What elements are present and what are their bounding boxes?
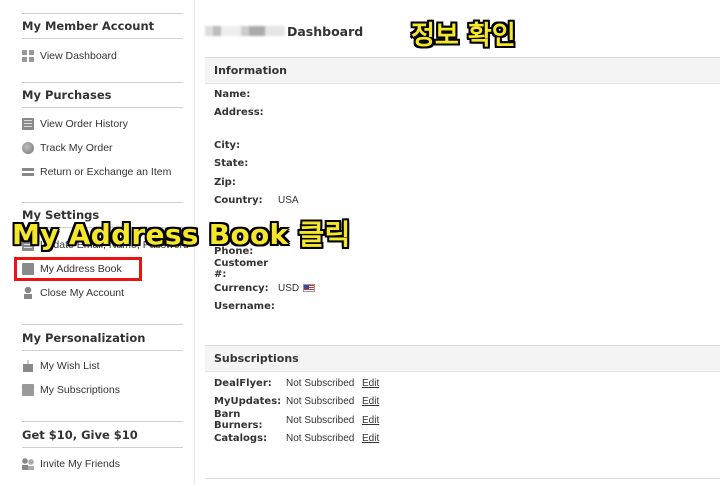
field-label: City: [214, 139, 241, 151]
info-row-country: Country: USA [214, 192, 299, 208]
sidebar-item-track-order[interactable]: Track My Order [22, 139, 113, 157]
sidebar-section-personalization: My Personalization My Wish List My Subsc… [22, 325, 183, 396]
us-flag-icon [303, 284, 316, 292]
field-label: State: [214, 157, 249, 169]
gift-icon [22, 360, 34, 372]
section-title: My Member Account [22, 13, 183, 39]
subscription-label: Catalogs: [214, 432, 268, 444]
people-icon [22, 458, 34, 470]
panel-divider [205, 478, 720, 479]
info-row-customer-number: Customer #: [214, 258, 278, 280]
info-row-state: State: [214, 155, 278, 171]
sidebar-section-member-account: My Member Account View Dashboard [22, 13, 183, 62]
person-icon [22, 287, 34, 299]
sidebar-item-label: View Order History [40, 118, 128, 130]
sidebar-item-order-history[interactable]: View Order History [22, 115, 128, 133]
dashboard-grid-icon [22, 50, 34, 62]
page-title-text: Dashboard [287, 23, 364, 39]
field-label: Country: [214, 194, 263, 206]
subscription-status: Not Subscribed [286, 414, 355, 426]
edit-catalogs-link[interactable]: Edit [362, 433, 379, 444]
edit-dealflyer-link[interactable]: Edit [362, 378, 379, 389]
info-row-zip: Zip: [214, 174, 278, 190]
section-title: My Personalization [22, 325, 183, 351]
sidebar-item-label: Track My Order [40, 142, 113, 154]
information-panel-header: Information [205, 58, 720, 84]
info-check-caption: 정보 확인 [411, 21, 516, 51]
redacted-username [205, 26, 285, 36]
field-value: USD [278, 282, 300, 294]
info-row-currency: Currency: USD [214, 280, 316, 296]
sidebar-item-view-dashboard[interactable]: View Dashboard [22, 47, 117, 65]
subscription-row: Catalogs: Not Subscribed Edit [214, 430, 379, 446]
sidebar-item-label: My Subscriptions [40, 384, 120, 396]
sidebar-item-subscriptions[interactable]: My Subscriptions [22, 381, 120, 399]
sidebar-section-referral: Get $10, Give $10 Invite My Friends [22, 422, 183, 470]
subscription-label: DealFlyer: [214, 377, 272, 389]
subscription-status: Not Subscribed [286, 395, 355, 407]
info-row-username: Username: [214, 298, 278, 314]
subscription-status: Not Subscribed [286, 432, 355, 444]
field-label: Currency: [214, 282, 269, 294]
sidebar-item-label: View Dashboard [40, 50, 117, 62]
sidebar-item-close-account[interactable]: Close My Account [22, 284, 124, 302]
sidebar-item-label: Return or Exchange an Item [40, 166, 172, 178]
sidebar-item-label: Close My Account [40, 287, 125, 299]
subscription-row: DealFlyer: Not Subscribed Edit [214, 375, 379, 391]
section-title: My Purchases [22, 82, 183, 108]
information-heading: Information [214, 64, 287, 77]
subscriptions-heading: Subscriptions [214, 352, 299, 365]
section-title: Get $10, Give $10 [22, 422, 183, 448]
edit-barn-burners-link[interactable]: Edit [362, 415, 379, 426]
field-label: Customer #: [214, 258, 269, 280]
info-row-name: Name: [214, 86, 278, 102]
sidebar-item-return-exchange[interactable]: Return or Exchange an Item [22, 163, 171, 181]
address-book-click-caption: My Address Book 클릭 [12, 218, 351, 251]
field-label: Address: [214, 106, 264, 118]
field-value: USA [278, 194, 299, 206]
sidebar-section-purchases: My Purchases View Order History Track My… [22, 82, 183, 178]
sidebar-item-wish-list[interactable]: My Wish List [22, 357, 100, 375]
exchange-arrows-icon [22, 166, 34, 178]
sidebar-item-invite-friends[interactable]: Invite My Friends [22, 455, 120, 473]
subscription-row: Barn Burners: Not Subscribed Edit [214, 409, 379, 431]
info-row-city: City: [214, 137, 278, 153]
edit-myupdates-link[interactable]: Edit [362, 396, 379, 407]
page-title: Dashboard [205, 22, 363, 40]
subscriptions-panel-header: Subscriptions [205, 346, 720, 372]
address-book-highlight-box [14, 257, 142, 281]
subscription-label: MyUpdates: [214, 395, 282, 407]
mail-icon [22, 384, 34, 396]
order-history-icon [22, 118, 34, 130]
sidebar-item-label: Invite My Friends [40, 458, 120, 470]
info-row-address: Address: [214, 104, 278, 120]
subscription-status: Not Subscribed [286, 377, 355, 389]
field-label: Name: [214, 88, 251, 100]
field-label: Username: [214, 300, 275, 312]
field-label: Zip: [214, 176, 236, 188]
globe-icon [22, 142, 34, 154]
sidebar-item-label: My Wish List [40, 360, 100, 372]
subscription-row: MyUpdates: Not Subscribed Edit [214, 393, 379, 409]
subscription-label: Barn Burners: [214, 409, 263, 431]
